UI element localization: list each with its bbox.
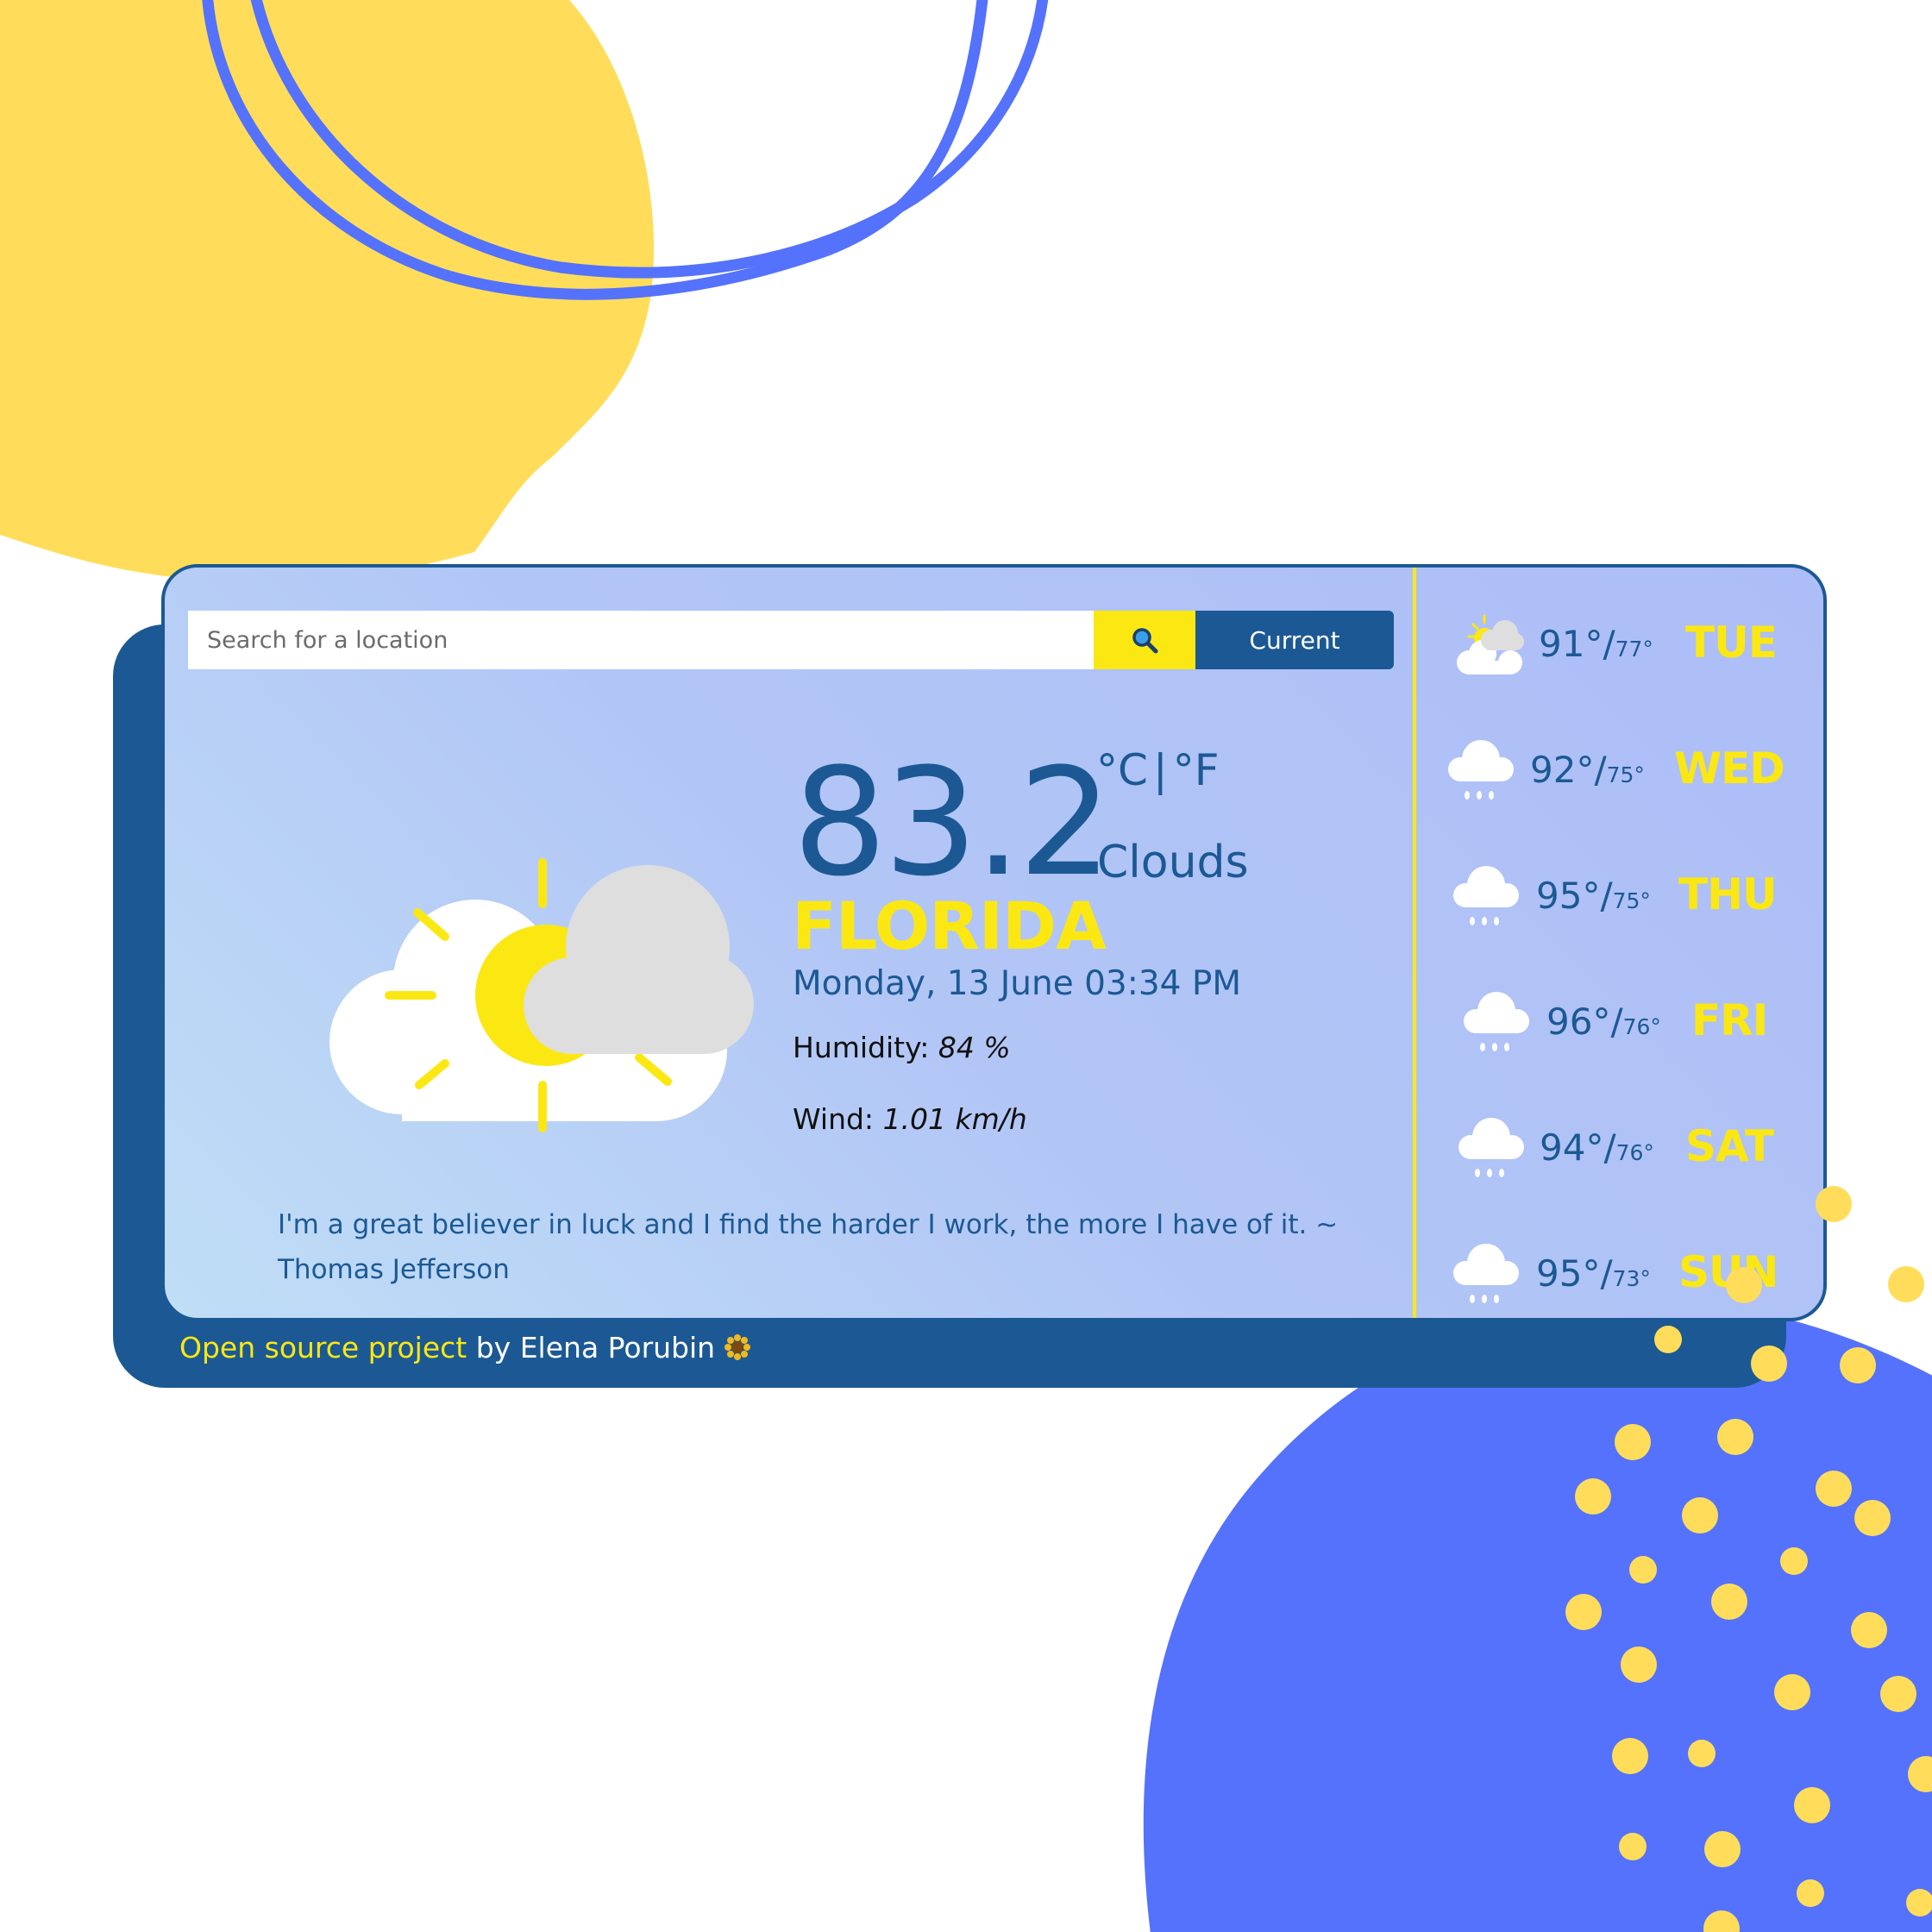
forecast-item: 95°/73° SUN — [1441, 1230, 1812, 1316]
forecast-high: 96°/76° — [1546, 1000, 1661, 1043]
forecast-high: 95°/73° — [1536, 1252, 1651, 1295]
forecast-low: 73° — [1612, 1266, 1651, 1291]
rain-cloud-icon — [1464, 992, 1529, 1051]
forecast-day: THU — [1678, 869, 1778, 919]
search-icon — [1132, 628, 1158, 654]
humidity-label: Humidity: — [793, 1031, 930, 1064]
rain-cloud-icon — [1453, 1244, 1519, 1303]
quote: I'm a great believer in luck and I find … — [278, 1209, 1339, 1285]
weather-description: Clouds — [1097, 837, 1249, 888]
forecast-high: 92°/75° — [1530, 749, 1645, 791]
forecast-low: 76° — [1615, 1140, 1654, 1165]
footer-credit: Open source project by Elena Porubin — [179, 1331, 751, 1364]
date-time: Monday, 13 June 03:34 PM — [793, 964, 1242, 1003]
temperature-value: 83.2 — [793, 736, 1113, 909]
wind-value: 1.01 km/h — [882, 1102, 1027, 1136]
rain-cloud-icon — [1458, 1118, 1524, 1177]
unit-toggle: °C | °F — [1096, 745, 1220, 795]
celsius-toggle[interactable]: °C — [1096, 745, 1148, 795]
city-name: FLORIDA — [792, 888, 1107, 964]
sunflower-icon — [724, 1334, 751, 1360]
search-bar: Current — [188, 611, 1394, 669]
forecast-high: 91°/77° — [1539, 623, 1653, 665]
forecast-day: TUE — [1685, 618, 1778, 668]
wind-label: Wind: — [793, 1102, 875, 1136]
open-source-link[interactable]: Open source project — [179, 1331, 467, 1364]
partly-cloudy-icon — [1457, 614, 1524, 674]
forecast-item: 91°/77° TUE — [1441, 600, 1812, 687]
wind: Wind: 1.01 km/h — [793, 1102, 1027, 1136]
forecast-day: WED — [1674, 743, 1785, 794]
forecast-item: 95°/75° THU — [1441, 852, 1812, 938]
forecast-high: 95°/75° — [1536, 875, 1651, 917]
forecast-low: 77° — [1615, 637, 1653, 662]
search-input[interactable] — [188, 611, 1094, 669]
forecast-high: 94°/76° — [1540, 1126, 1654, 1169]
weather-card: Current 83.2 °C|°F Clo — [161, 564, 1827, 1321]
fahrenheit-toggle[interactable]: °F — [1173, 745, 1220, 795]
forecast-low: 75° — [1612, 888, 1651, 913]
current-location-button[interactable]: Current — [1195, 611, 1394, 669]
forecast-item: 94°/76° SAT — [1441, 1104, 1812, 1190]
card-divider — [1413, 568, 1416, 1318]
humidity: Humidity: 84 % — [793, 1031, 1011, 1064]
forecast-low: 76° — [1622, 1014, 1661, 1039]
forecast-item: 96°/76° FRI — [1441, 978, 1812, 1064]
forecast-day: FRI — [1691, 995, 1768, 1045]
forecast-day: SAT — [1685, 1121, 1774, 1171]
rain-cloud-icon — [1448, 740, 1514, 800]
search-button[interactable] — [1094, 611, 1195, 669]
forecast-day: SUN — [1678, 1247, 1778, 1297]
unit-separator: | — [1152, 745, 1168, 795]
partly-cloudy-icon — [329, 858, 754, 1132]
forecast-low: 75° — [1606, 762, 1645, 787]
rain-cloud-icon — [1453, 866, 1519, 925]
author-text: by Elena Porubin — [467, 1331, 716, 1364]
forecast-item: 92°/75° WED — [1441, 726, 1812, 812]
humidity-value: 84 % — [938, 1031, 1011, 1064]
